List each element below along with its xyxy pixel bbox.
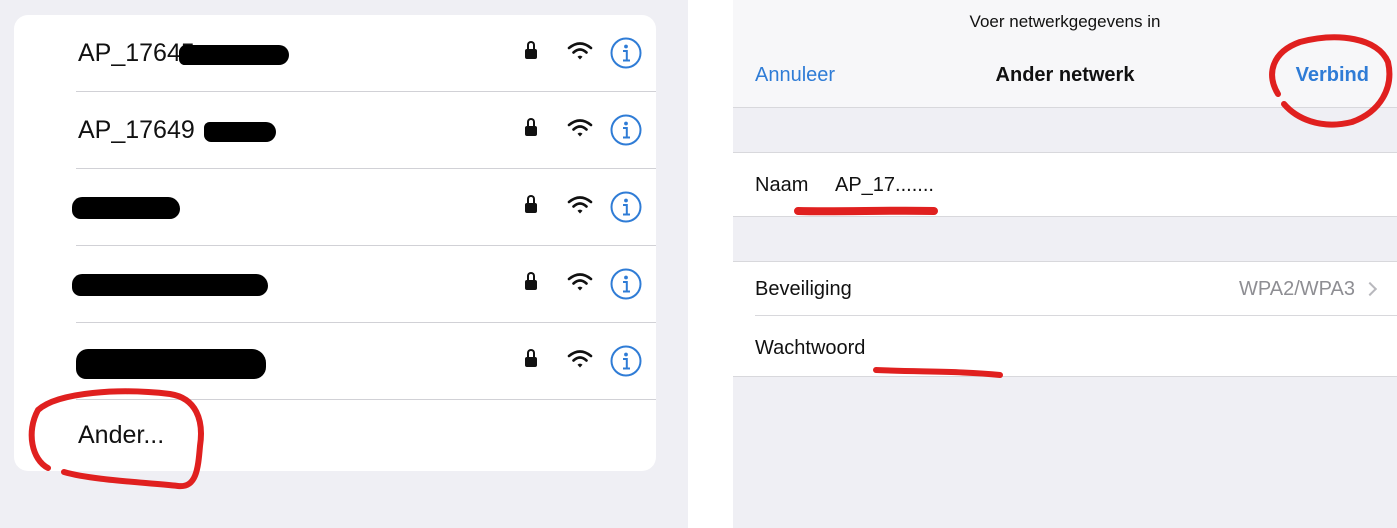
info-icon[interactable] (610, 114, 642, 146)
network-row[interactable]: AP_17645 (14, 15, 656, 92)
lock-icon (525, 118, 537, 136)
network-row[interactable] (14, 246, 656, 323)
info-icon[interactable] (610, 37, 642, 69)
info-icon[interactable] (610, 191, 642, 223)
wifi-icon (567, 273, 593, 291)
security-row[interactable]: Beveiliging WPA2/WPA3 (733, 262, 1397, 315)
redaction-bar (72, 197, 180, 219)
redaction-bar (179, 45, 289, 65)
other-network-label: Ander... (78, 421, 165, 449)
password-label: Wachtwoord (755, 337, 866, 359)
network-row[interactable] (14, 169, 656, 246)
network-row[interactable]: AP_17649 (14, 92, 656, 169)
network-name: AP_17645 (78, 39, 195, 67)
redaction-bar (76, 349, 266, 379)
redaction-bar (72, 274, 268, 296)
wifi-networks-panel: AP_17645 AP_17649 Ander... (0, 0, 688, 528)
lock-icon (525, 349, 537, 367)
connect-button[interactable]: Verbind (1296, 64, 1369, 87)
security-label: Beveiliging (755, 278, 852, 300)
name-label: Naam (755, 174, 809, 196)
lock-icon (525, 41, 537, 59)
networks-list: AP_17645 AP_17649 Ander... (14, 15, 656, 471)
other-network-sheet: Voer netwerkgegevens in Annuleer Ander n… (733, 0, 1397, 528)
security-value: WPA2/WPA3 (1239, 278, 1355, 300)
info-icon[interactable] (610, 268, 642, 300)
wifi-icon (567, 350, 593, 368)
sheet-prompt: Voer netwerkgegevens in (969, 12, 1161, 31)
network-name: AP_17649 (78, 116, 195, 144)
lock-icon (525, 272, 537, 290)
info-icon[interactable] (610, 345, 642, 377)
security-group: Beveiliging WPA2/WPA3 Wachtwoord (733, 261, 1397, 377)
other-network-row[interactable]: Ander... (14, 400, 656, 471)
wifi-icon (567, 196, 593, 214)
chevron-right-icon (1362, 281, 1378, 297)
name-group: Naam AP_17....... (733, 152, 1397, 217)
password-row[interactable]: Wachtwoord (733, 316, 1397, 378)
redaction-bar (204, 122, 276, 142)
wifi-icon (567, 119, 593, 137)
sheet-nav-bar: Voer netwerkgegevens in Annuleer Ander n… (733, 0, 1397, 108)
name-input[interactable]: AP_17....... (835, 174, 934, 197)
network-row[interactable] (14, 323, 656, 400)
lock-icon (525, 195, 537, 213)
wifi-icon (567, 42, 593, 60)
